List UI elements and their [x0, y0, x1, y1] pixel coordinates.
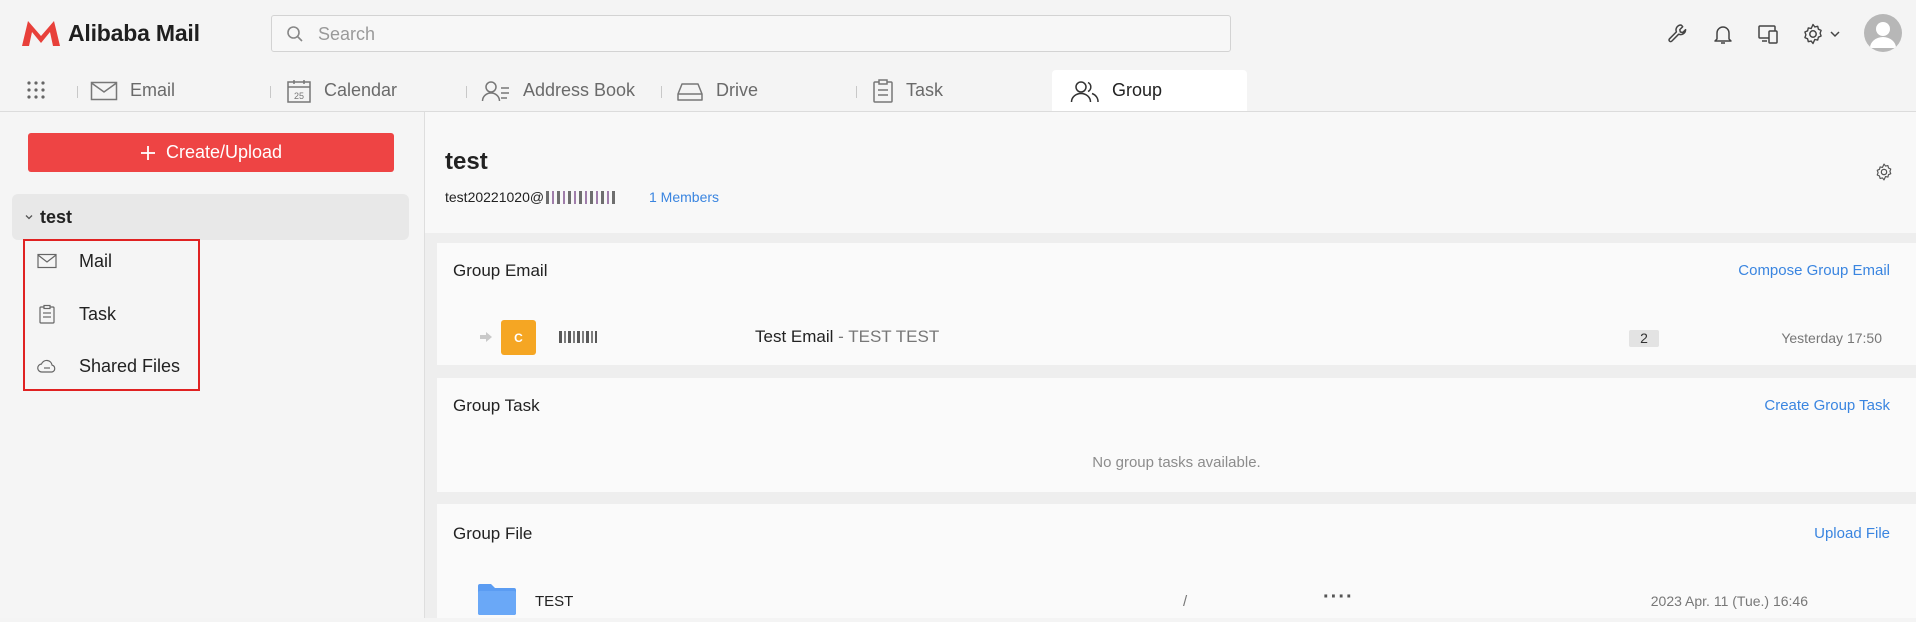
main-nav: Email 25 Calendar Address Book Drive Tas…: [0, 70, 1916, 111]
members-link[interactable]: 1 Members: [649, 189, 719, 205]
avatar[interactable]: [1864, 14, 1902, 52]
sidebar-item-task[interactable]: Task: [37, 302, 116, 326]
sidebar-item-label: Shared Files: [79, 355, 181, 376]
drive-icon: [677, 82, 703, 101]
mail-icon: [37, 253, 57, 269]
sidebar-item-label: Mail: [79, 250, 113, 271]
email-subject: Test Email - TEST TEST: [755, 327, 939, 347]
thread-count-badge: 2: [1629, 330, 1659, 347]
group-email-card: Group Email Compose Group Email C Test E…: [437, 243, 1916, 365]
group-header: test test20221020@ 1 Members: [425, 112, 1916, 233]
sidebar-group-test[interactable]: test: [12, 194, 409, 240]
file-row[interactable]: TEST / ···· 2023 Apr. 11 (Tue.) 16:46: [437, 582, 1916, 622]
compose-group-email-link[interactable]: Compose Group Email: [1738, 262, 1890, 279]
group-submenu: Mail Task Shared Files: [23, 239, 200, 391]
header-tools: [1656, 14, 1916, 54]
email-subject-text: Test Email: [755, 327, 834, 346]
file-time: 2023 Apr. 11 (Tue.) 16:46: [1650, 593, 1808, 609]
sidebar: Create/Upload test Mail Task Shared File…: [0, 112, 425, 618]
clipboard-icon: [39, 304, 55, 324]
create-group-task-link[interactable]: Create Group Task: [1764, 397, 1890, 414]
forward-arrow-icon: [480, 332, 492, 342]
bell-icon[interactable]: [1711, 22, 1735, 46]
search-icon: [287, 26, 303, 42]
wrench-icon[interactable]: [1666, 22, 1690, 46]
more-options-icon[interactable]: ····: [1323, 586, 1354, 609]
tab-address-book-label: Address Book: [523, 80, 636, 100]
tab-group[interactable]: Group: [1052, 70, 1247, 111]
tab-task-label: Task: [906, 80, 944, 100]
tab-drive-label: Drive: [716, 80, 759, 100]
plus-icon: [140, 145, 155, 160]
group-task-card: Group Task Create Group Task No group ta…: [437, 378, 1916, 492]
calendar-icon: 25: [287, 79, 311, 103]
devices-icon[interactable]: [1756, 22, 1780, 46]
grid-icon[interactable]: [26, 80, 46, 100]
sender-avatar: C: [501, 320, 536, 355]
search-box[interactable]: [271, 15, 1231, 53]
sidebar-item-shared-files[interactable]: Shared Files: [37, 354, 180, 378]
contacts-icon: [481, 80, 509, 101]
tab-calendar-label: Calendar: [324, 80, 398, 100]
file-path: /: [1183, 593, 1188, 610]
tab-group-label: Group: [1112, 80, 1163, 100]
email-preview: - TEST TEST: [833, 327, 940, 346]
email-row[interactable]: C Test Email - TEST TEST 2 Yesterday 17:…: [437, 317, 1916, 357]
alibaba-mail-logo-icon: [22, 21, 60, 46]
group-task-title: Group Task: [453, 396, 540, 415]
email-time: Yesterday 17:50: [1781, 330, 1882, 346]
file-name: TEST: [535, 593, 574, 610]
tab-task[interactable]: Task: [854, 70, 1049, 111]
tab-email[interactable]: Email: [72, 70, 267, 111]
group-file-card: Group File Upload File TEST / ···· 2023 …: [437, 504, 1916, 618]
sidebar-item-mail[interactable]: Mail: [37, 249, 112, 273]
app-logo[interactable]: Alibaba Mail: [20, 18, 200, 48]
page-title: test: [445, 148, 488, 175]
main-content: test test20221020@ 1 Members Group Email…: [425, 112, 1916, 618]
group-email-title: Group Email: [453, 261, 548, 280]
chevron-down-icon: [25, 215, 33, 220]
group-file-title: Group File: [453, 524, 533, 543]
folder-icon: [478, 584, 516, 615]
group-icon: [1070, 80, 1099, 102]
top-header: Alibaba Mail Search Email 25 Calendar Ad…: [0, 0, 1916, 112]
group-email-prefix: test20221020@: [445, 189, 545, 205]
redacted-sender-name: [559, 331, 597, 343]
tab-drive[interactable]: Drive: [658, 70, 853, 111]
sidebar-group-name: test: [40, 206, 73, 227]
gear-icon[interactable]: [1801, 22, 1825, 46]
svg-text:25: 25: [294, 91, 304, 101]
clipboard-icon: [873, 78, 893, 103]
app-title: Alibaba Mail: [68, 19, 200, 46]
redacted-domain: [546, 190, 619, 204]
cloud-icon: [37, 359, 56, 373]
sidebar-item-label: Task: [79, 303, 117, 324]
create-upload-label: Create/Upload: [165, 142, 283, 162]
chevron-down-icon[interactable]: [1829, 28, 1841, 40]
mail-icon: [90, 81, 118, 100]
group-settings-gear-icon[interactable]: [1874, 162, 1894, 182]
tab-email-label: Email: [130, 80, 176, 100]
search-input[interactable]: [316, 16, 1200, 53]
empty-state-text: No group tasks available.: [1092, 454, 1261, 471]
tab-address-book[interactable]: Address Book: [463, 70, 658, 111]
upload-file-link[interactable]: Upload File: [1814, 525, 1890, 542]
group-email-address: test20221020@: [445, 189, 619, 205]
tab-calendar[interactable]: 25 Calendar: [268, 70, 463, 111]
create-upload-button[interactable]: Create/Upload: [28, 133, 394, 172]
